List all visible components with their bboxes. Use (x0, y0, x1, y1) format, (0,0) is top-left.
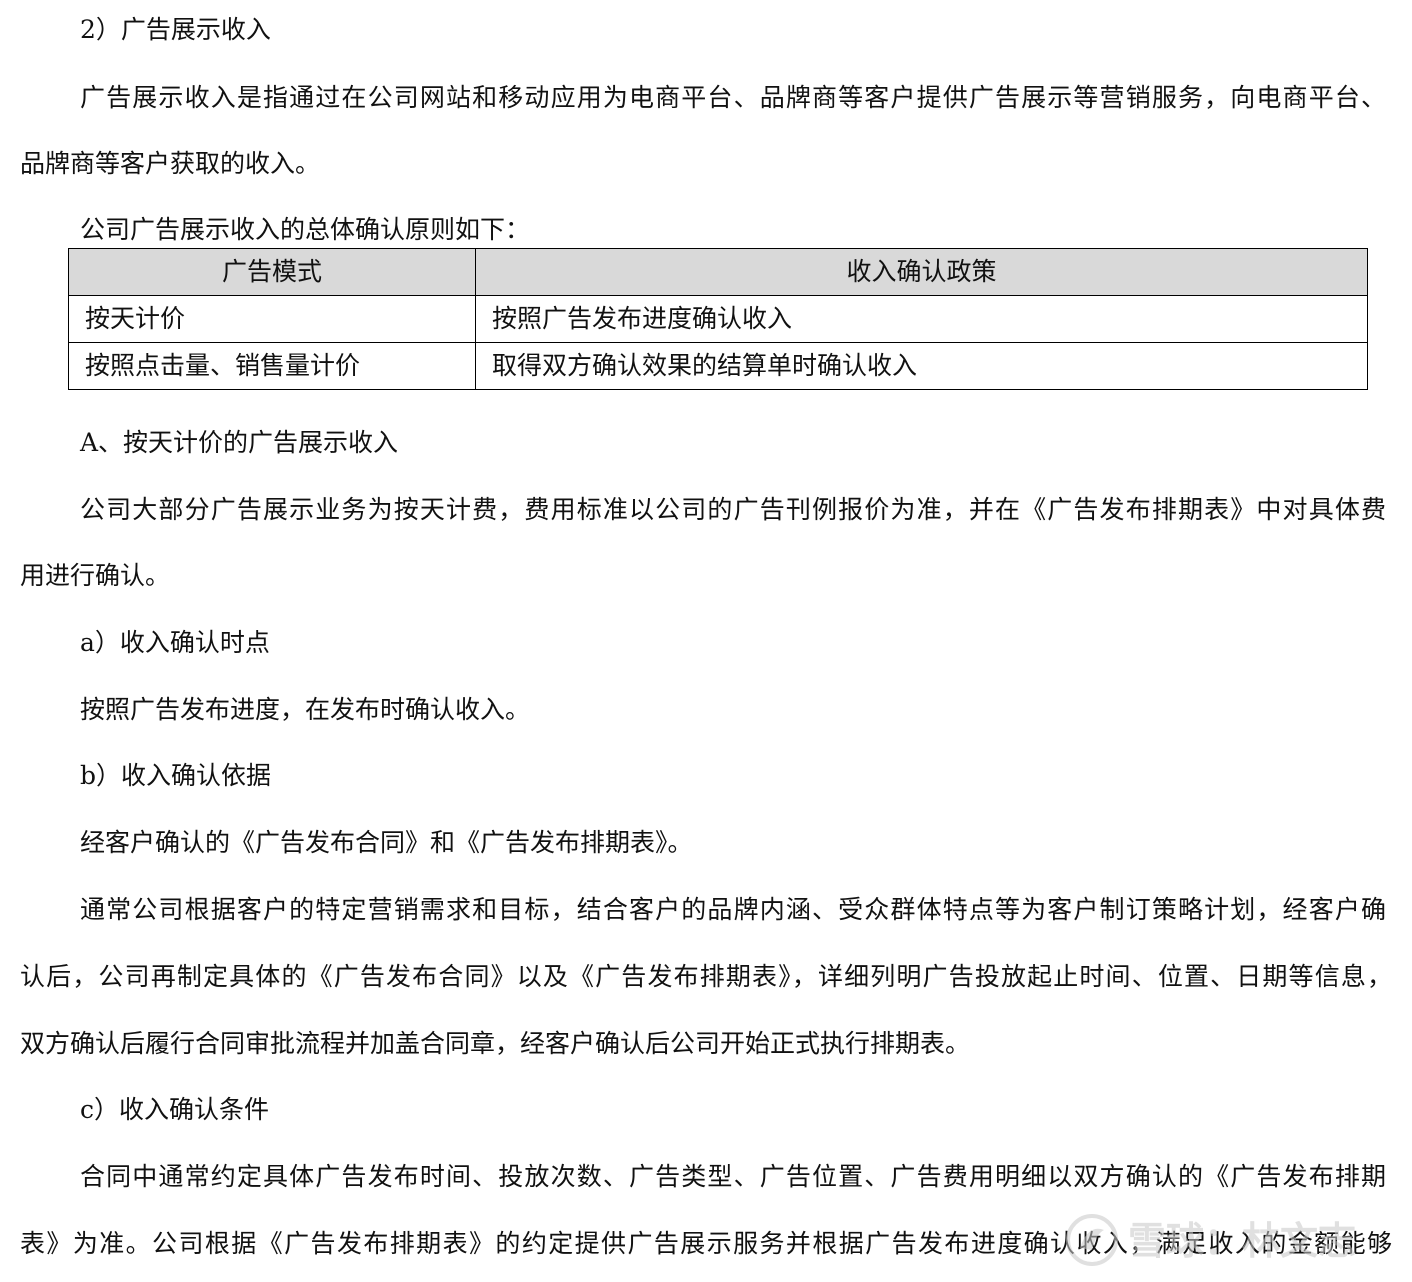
sub-b-title: b）收入确认依据 (80, 761, 272, 790)
table-cell-recognition-policy: 取得双方确认效果的结算单时确认收入 (475, 342, 1368, 390)
sub-b-paragraph-line-2: 认后，公司再制定具体的《广告发布合同》以及《广告发布排期表》，详细列明广告投放起… (20, 962, 1392, 991)
sub-c-paragraph-line-1: 合同中通常约定具体广告发布时间、投放次数、广告类型、广告位置、广告费用明细以双方… (80, 1162, 1386, 1191)
principle-intro: 公司广告展示收入的总体确认原则如下： (80, 215, 531, 244)
sub-b-paragraph-line-3: 双方确认后履行合同审批流程并加盖合同章，经客户确认后公司开始正式执行排期表。 (20, 1029, 971, 1058)
table-cell-ad-model: 按天计价 (68, 295, 476, 343)
table-header-ad-model: 广告模式 (68, 248, 476, 296)
table-header-row: 广告模式 收入确认政策 (68, 248, 1368, 296)
recognition-principle-table: 广告模式 收入确认政策 按天计价 按照广告发布进度确认收入 按照点击量、销售量计… (68, 248, 1368, 390)
snowball-logo-icon: 雪球：林文志 (1066, 1214, 1356, 1266)
table-cell-recognition-policy: 按照广告发布进度确认收入 (475, 295, 1368, 343)
sub-c-title: c）收入确认条件 (80, 1095, 270, 1124)
table-cell-ad-model: 按照点击量、销售量计价 (68, 342, 476, 390)
sub-a-text: 按照广告发布进度，在发布时确认收入。 (80, 695, 531, 724)
table-row: 按照点击量、销售量计价 取得双方确认效果的结算单时确认收入 (68, 342, 1368, 390)
sub-a-title: a）收入确认时点 (80, 628, 270, 657)
section-a-paragraph-line-2: 用进行确认。 (20, 561, 171, 590)
section-a-title: A、按天计价的广告展示收入 (80, 428, 399, 457)
table-header-recognition-policy: 收入确认政策 (475, 248, 1368, 296)
section-a-paragraph-line-1: 公司大部分广告展示业务为按天计费，费用标准以公司的广告刊例报价为准，并在《广告发… (80, 495, 1386, 524)
section-heading-ad-display-revenue: 2）广告展示收入 (80, 15, 271, 44)
sub-b-text: 经客户确认的《广告发布合同》和《广告发布排期表》。 (80, 828, 693, 857)
watermark: 雪球：林文志 (1062, 1204, 1402, 1276)
watermark-text: 雪球：林文志 (1128, 1219, 1356, 1263)
sub-b-paragraph-line-1: 通常公司根据客户的特定营销需求和目标，结合客户的品牌内涵、受众群体特点等为客户制… (80, 895, 1386, 924)
intro-paragraph-line-1: 广告展示收入是指通过在公司网站和移动应用为电商平台、品牌商等客户提供广告展示等营… (80, 83, 1386, 112)
intro-paragraph-line-2: 品牌商等客户获取的收入。 (20, 149, 321, 178)
table-row: 按天计价 按照广告发布进度确认收入 (68, 295, 1368, 343)
